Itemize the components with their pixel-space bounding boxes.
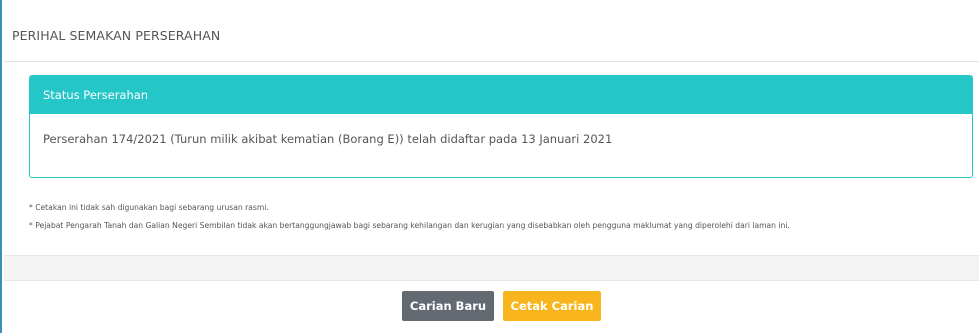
note-not-official: * Cetakan ini tidak sah digunakan bagi s… bbox=[29, 203, 269, 212]
disclaimer-notes: * Cetakan ini tidak sah digunakan bagi s… bbox=[29, 203, 974, 231]
panel-heading: PERIHAL SEMAKAN PERSERAHAN bbox=[4, 0, 979, 62]
status-header-title: Status Perserahan bbox=[43, 88, 149, 102]
new-search-button[interactable]: Carian Baru bbox=[402, 291, 494, 321]
status-header: Status Perserahan bbox=[30, 76, 972, 114]
page-frame: PERIHAL SEMAKAN PERSERAHAN Status Perser… bbox=[0, 0, 979, 333]
print-search-button[interactable]: Cetak Carian bbox=[503, 291, 601, 321]
action-footer: Carian Baru Cetak Carian bbox=[4, 281, 979, 333]
page-title: PERIHAL SEMAKAN PERSERAHAN bbox=[12, 28, 221, 43]
status-message: Perserahan 174/2021 (Turun milik akibat … bbox=[43, 132, 613, 146]
status-box: Status Perserahan Perserahan 174/2021 (T… bbox=[29, 75, 973, 178]
note-liability: * Pejabat Pengarah Tanah dan Galian Nege… bbox=[29, 220, 790, 230]
divider-band bbox=[4, 255, 979, 281]
